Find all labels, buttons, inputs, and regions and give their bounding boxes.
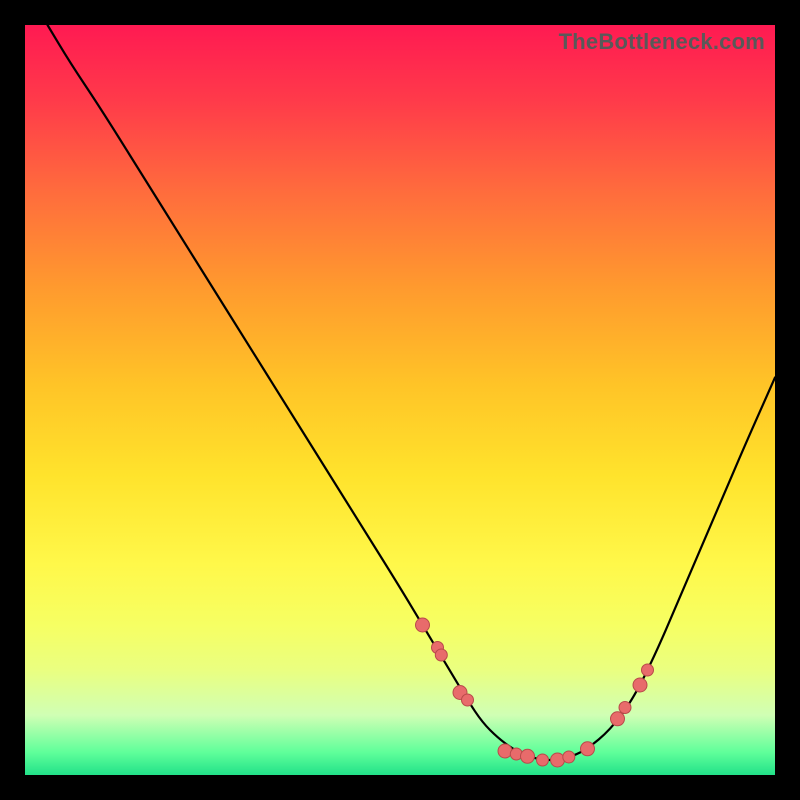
highlight-dot: [521, 749, 535, 763]
highlight-dot: [563, 751, 575, 763]
highlight-dot: [611, 712, 625, 726]
highlight-dot: [551, 753, 565, 767]
highlight-dot: [462, 694, 474, 706]
chart-frame: TheBottleneck.com: [25, 25, 775, 775]
highlight-dot: [435, 649, 447, 661]
highlight-dot: [633, 678, 647, 692]
highlight-dot: [642, 664, 654, 676]
highlight-dot: [619, 702, 631, 714]
chart-svg: [25, 25, 775, 775]
bottleneck-curve: [48, 25, 776, 760]
highlight-dot: [537, 754, 549, 766]
highlight-dot: [498, 744, 512, 758]
highlight-dot: [581, 742, 595, 756]
highlight-dot: [416, 618, 430, 632]
highlight-dots-group: [416, 618, 654, 767]
